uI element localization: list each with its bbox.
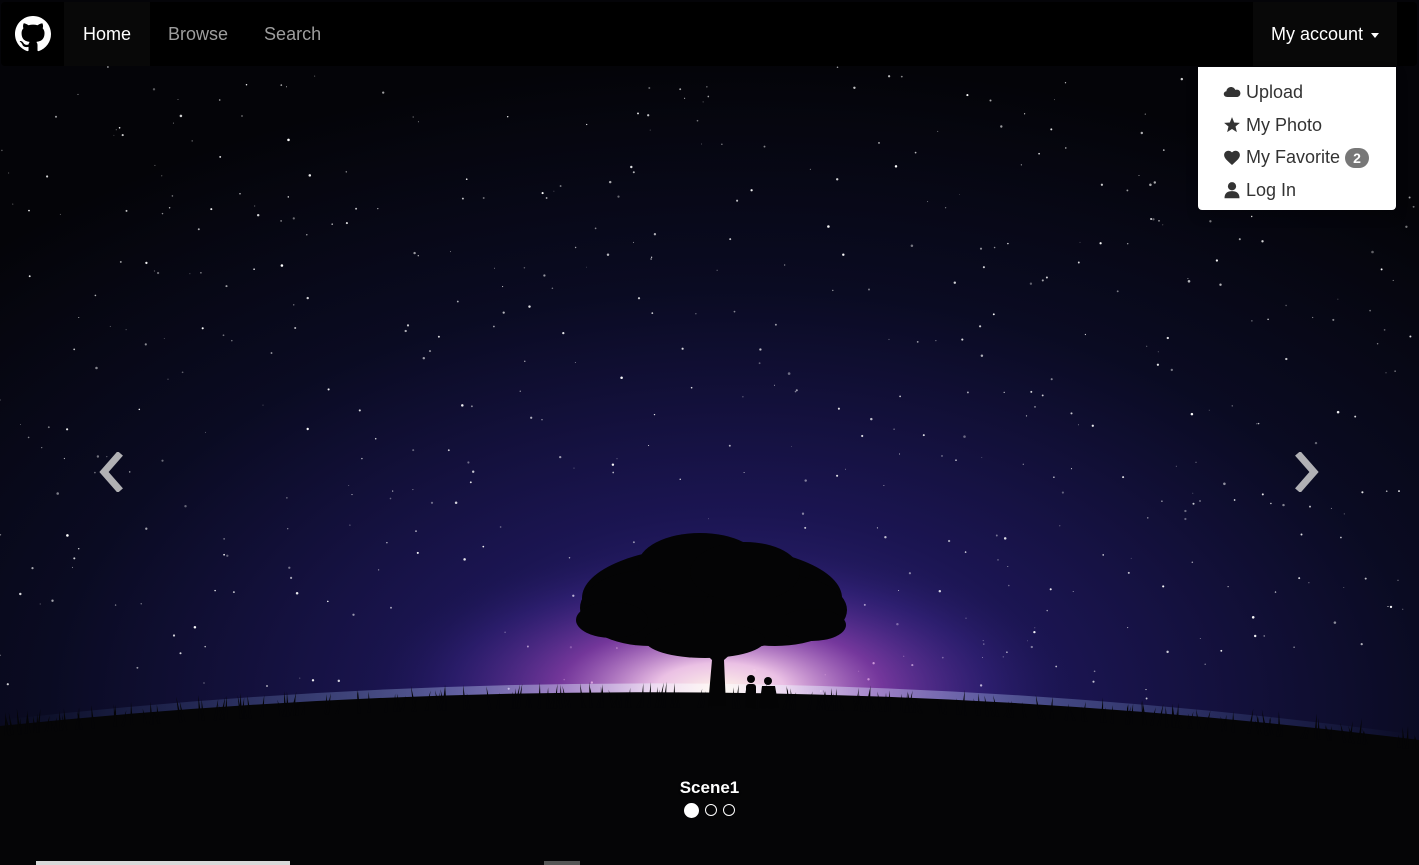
carousel-indicator[interactable] bbox=[705, 804, 717, 816]
menu-item-label: My Favorite bbox=[1246, 147, 1341, 168]
github-icon bbox=[14, 16, 51, 52]
menu-item-label: Log In bbox=[1246, 179, 1297, 200]
carousel-indicator[interactable] bbox=[723, 804, 735, 816]
brand-link[interactable] bbox=[1, 2, 64, 66]
carousel-indicators bbox=[0, 803, 1419, 818]
account-dropdown-menu: Upload My Photo My Favorite 2 Log In bbox=[1198, 67, 1396, 210]
carousel-caption: Scene1 bbox=[679, 778, 740, 797]
star-icon bbox=[1223, 115, 1243, 135]
cloud-icon bbox=[1223, 82, 1243, 102]
nav-link-browse[interactable]: Browse bbox=[150, 2, 246, 66]
heart-icon bbox=[1223, 148, 1243, 168]
menu-item-upload[interactable]: Upload bbox=[1198, 76, 1396, 109]
bottom-edge-bar bbox=[544, 861, 580, 865]
carousel-next-button[interactable] bbox=[1278, 440, 1338, 504]
favorite-count-badge: 2 bbox=[1345, 147, 1370, 168]
menu-item-my-photo[interactable]: My Photo bbox=[1198, 109, 1396, 142]
navbar: Home Browse Search My account bbox=[1, 2, 1417, 66]
my-account-label: My account bbox=[1270, 23, 1363, 44]
caret-down-icon bbox=[1371, 32, 1379, 38]
nav-link-search[interactable]: Search bbox=[246, 2, 339, 66]
menu-item-label: Upload bbox=[1246, 81, 1304, 102]
nav-link-home[interactable]: Home bbox=[64, 2, 151, 66]
chevron-right-icon bbox=[1295, 452, 1319, 492]
menu-item-my-favorite[interactable]: My Favorite 2 bbox=[1198, 141, 1396, 174]
my-account-dropdown-toggle[interactable]: My account bbox=[1252, 2, 1397, 66]
page: Scene1 Home Browse Search My account Upl… bbox=[0, 0, 1419, 865]
bottom-edge-bar bbox=[36, 861, 290, 865]
menu-item-log-in[interactable]: Log In bbox=[1198, 174, 1396, 207]
navbar-spacer bbox=[339, 2, 1253, 66]
menu-item-label: My Photo bbox=[1246, 114, 1323, 135]
chevron-left-icon bbox=[99, 452, 123, 492]
carousel-indicator[interactable] bbox=[684, 803, 699, 818]
carousel-prev-button[interactable] bbox=[80, 440, 140, 504]
user-icon bbox=[1223, 180, 1243, 200]
